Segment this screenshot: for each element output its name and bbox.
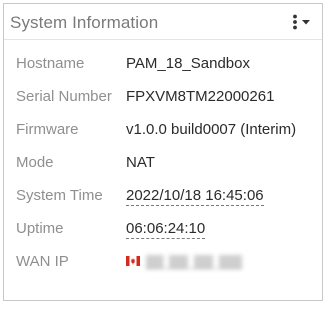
row-serial-number: Serial Number FPXVM8TM22000261 [16,79,316,112]
serial-number-label: Serial Number [16,88,112,105]
hostname-label: Hostname [16,55,85,72]
row-system-time: System Time 2022/10/18 16:45:06 [16,178,316,211]
row-hostname: Hostname PAM_18_Sandbox [16,46,316,79]
widget-header: System Information [4,4,322,40]
firmware-label: Firmware [16,121,79,138]
system-information-widget: System Information Hostname PAM_18_Sandb… [3,3,323,301]
kebab-menu-caret-icon [293,14,310,30]
wan-ip-label: WAN IP [16,253,69,270]
system-time-label: System Time [16,187,103,204]
system-time-link[interactable]: 2022/10/18 16:45:06 [126,187,264,206]
uptime-label: Uptime [16,220,64,237]
firmware-value: v1.0.0 build0007 (Interim) [126,121,297,138]
uptime-link[interactable]: 06:06:24:10 [126,220,206,239]
row-firmware: Firmware v1.0.0 build0007 (Interim) [16,112,316,145]
row-uptime: Uptime 06:06:24:10 [16,211,316,244]
hostname-value: PAM_18_Sandbox [126,55,250,72]
mode-value: NAT [126,154,155,171]
wan-ip-address-redacted [146,255,242,269]
canada-flag-icon [126,256,140,266]
serial-number-value: FPXVM8TM22000261 [126,88,275,105]
info-rows: Hostname PAM_18_Sandbox Serial Number FP… [16,46,316,277]
row-mode: Mode NAT [16,145,316,178]
widget-menu-button[interactable] [290,14,314,30]
wan-ip-value[interactable] [126,253,242,269]
row-wan-ip: WAN IP [16,244,316,277]
mode-label: Mode [16,154,54,171]
widget-title: System Information [10,13,159,32]
